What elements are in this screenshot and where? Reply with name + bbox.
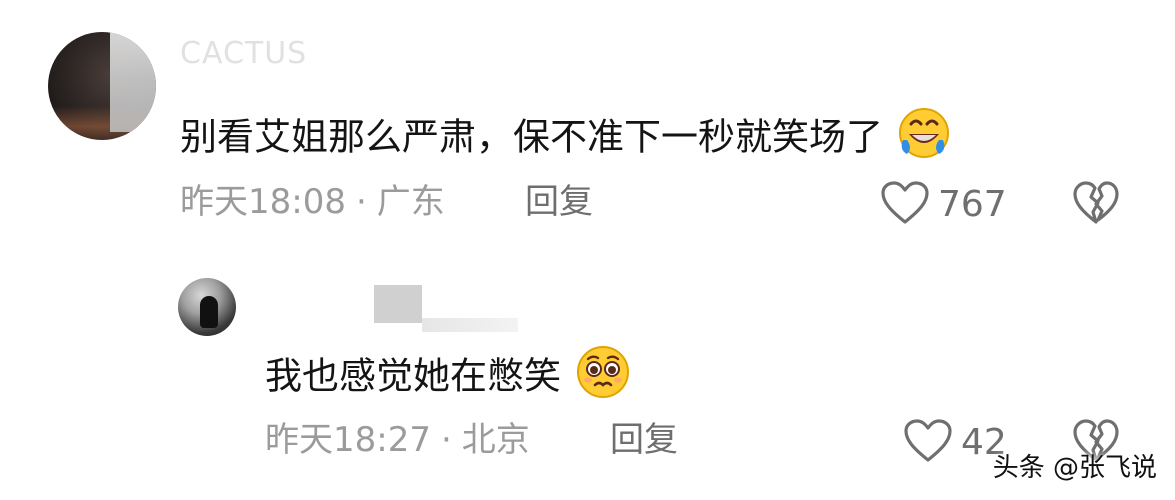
rofl-emoji-icon [895,104,953,174]
reply-avatar[interactable] [178,278,236,336]
comment-time: 昨天18:08 [180,182,346,222]
comment-meta: 昨天18:08 · 广东 [180,180,445,224]
heart-icon [903,418,953,468]
reply-button[interactable]: 回复 [525,180,593,224]
reply-text: 我也感觉她在憋笑 [265,342,633,414]
avatar-figure [200,296,218,328]
username-mosaic-tail [422,318,518,332]
comment-body: 别看艾姐那么严肃，保不准下一秒就笑场了 [180,115,883,159]
meta-separator: · [355,182,367,222]
reply-like-button[interactable]: 42 [903,418,1007,468]
avatar-mosaic [110,32,156,132]
reply-body: 我也感觉她在憋笑 [265,354,561,398]
broken-heart-icon [1072,181,1120,230]
like-button[interactable]: 767 [880,180,1007,230]
pleading-face-icon [573,342,633,414]
meta-separator: · [440,420,452,460]
reply-location: 北京 [461,420,530,460]
heart-icon [880,180,930,230]
avatar[interactable] [48,32,156,140]
reply-to-reply-button[interactable]: 回复 [610,418,678,462]
username[interactable]: CACTUS [180,38,330,70]
like-count: 767 [938,184,1007,225]
comment-text: 别看艾姐那么严肃，保不准下一秒就笑场了 [180,104,953,174]
reply-time: 昨天18:27 [265,420,431,460]
dislike-button[interactable] [1072,180,1120,230]
watermark: 头条 @张飞说 [992,453,1157,483]
comment-location: 广东 [376,182,445,222]
reply-meta: 昨天18:27 · 北京 [265,418,530,462]
username-mosaic [374,285,422,323]
